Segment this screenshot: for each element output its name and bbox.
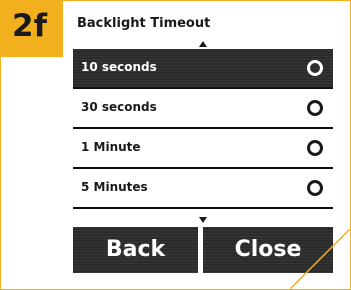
option-label: 10 seconds [81,60,157,74]
radio-icon[interactable] [307,180,323,196]
option-list: 10 seconds 30 seconds 1 Minute 5 Minutes [73,49,333,209]
option-row-5-minutes[interactable]: 5 Minutes [73,169,333,209]
back-button[interactable]: Back [73,227,198,273]
option-row-30-seconds[interactable]: 30 seconds [73,89,333,129]
step-badge: 2f [1,1,63,57]
scroll-up-icon[interactable] [199,41,207,47]
option-row-1-minute[interactable]: 1 Minute [73,129,333,169]
radio-icon[interactable] [307,140,323,156]
option-row-10-seconds[interactable]: 10 seconds [73,49,333,89]
corner-decoration [290,229,350,289]
figure-frame: 2f Backlight Timeout 10 seconds 30 secon… [0,0,351,290]
radio-icon[interactable] [307,100,323,116]
option-label: 5 Minutes [81,180,148,194]
button-divider [198,221,202,273]
option-label: 30 seconds [81,100,157,114]
radio-icon[interactable] [307,60,323,76]
option-label: 1 Minute [81,140,141,154]
screen-title: Backlight Timeout [77,16,211,31]
